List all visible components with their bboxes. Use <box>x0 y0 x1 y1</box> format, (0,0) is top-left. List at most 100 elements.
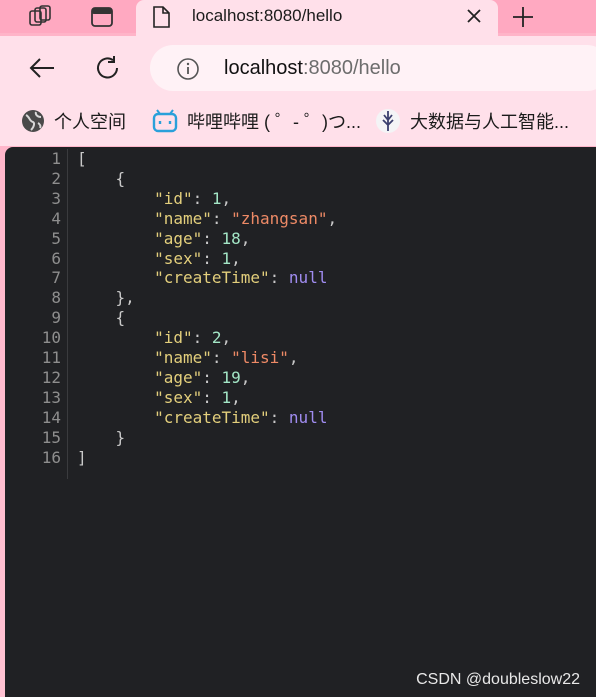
code-token: , <box>221 188 232 208</box>
code-line: }, <box>77 288 135 308</box>
bookmark-bilibili[interactable]: 哔哩哔哩 ( ゜- ゜)つ... <box>152 108 361 134</box>
bilibili-icon <box>152 109 178 133</box>
code-token: : <box>202 387 222 407</box>
back-arrow-icon <box>29 58 54 78</box>
code-token: : <box>211 208 232 228</box>
code-line: "id": 2, <box>77 328 231 348</box>
line-number: 5 <box>51 228 61 248</box>
line-number: 1 <box>51 149 61 168</box>
new-tab-button[interactable] <box>506 0 540 33</box>
code-token: : <box>202 367 222 387</box>
back-button[interactable] <box>24 50 60 86</box>
info-icon[interactable] <box>176 57 200 86</box>
globe-icon <box>22 110 44 132</box>
line-number: 13 <box>41 387 61 407</box>
code-token: : <box>202 248 222 268</box>
tab-title: localhost:8080/hello <box>192 6 343 25</box>
code-token: , <box>327 208 338 228</box>
line-number: 12 <box>41 367 61 387</box>
line-number: 7 <box>51 268 61 288</box>
line-number: 10 <box>41 328 61 348</box>
plus-icon <box>513 6 533 27</box>
tab-strip: localhost:8080/hello <box>0 0 596 36</box>
code-line: [ <box>77 149 87 169</box>
code-line: "name": "lisi", <box>77 348 299 368</box>
code-token: "id" <box>154 188 193 208</box>
line-number: 16 <box>41 447 61 467</box>
bookmark-label: 哔哩哔哩 ( ゜- ゜)つ... <box>187 112 361 132</box>
vertical-tabs-button[interactable] <box>82 0 122 33</box>
workspaces-icon <box>29 4 51 26</box>
code-token: "id" <box>154 328 193 348</box>
code-token: { <box>77 308 126 328</box>
code-token: : <box>192 188 212 208</box>
active-tab[interactable]: localhost:8080/hello <box>136 0 498 36</box>
line-number: 14 <box>41 407 61 427</box>
line-number: 9 <box>51 308 61 328</box>
refresh-icon <box>97 56 118 79</box>
code-token: "age" <box>154 367 203 387</box>
page-icon <box>152 6 170 33</box>
url-path: :8080/hello <box>302 57 401 79</box>
code-line: "age": 18, <box>77 229 250 249</box>
code-token: }, <box>77 288 135 308</box>
line-number: 11 <box>41 348 61 367</box>
code-token: : <box>202 228 222 248</box>
bookmarks-bar: 个人空间 哔哩哔哩 ( ゜- ゜)つ... 大数据与人工智能... <box>0 98 596 146</box>
code-token: , <box>288 348 299 367</box>
code-token: "zhangsan" <box>231 208 328 228</box>
line-number: 4 <box>51 208 61 228</box>
code-token: null <box>288 407 328 427</box>
code-token: "lisi" <box>231 348 289 367</box>
code-line: "name": "zhangsan", <box>77 209 337 229</box>
code-line: { <box>77 308 126 328</box>
code-token: , <box>240 367 251 387</box>
close-icon <box>467 9 481 23</box>
close-tab-button[interactable] <box>460 4 488 28</box>
url-text[interactable]: localhost:8080/hello <box>224 57 401 80</box>
url-host: localhost <box>224 57 303 79</box>
line-number: 3 <box>51 188 61 208</box>
code-token: , <box>231 248 241 268</box>
refresh-button[interactable] <box>90 50 126 86</box>
line-number-gutter: 1 2 3 4 5 6 7 8 9 10 11 12 13 14 15 16 <box>5 149 68 479</box>
code-token: : <box>269 407 289 427</box>
json-viewer: 1 2 3 4 5 6 7 8 9 10 11 12 13 14 15 16 [ { "id": 1, "na… <box>5 147 596 697</box>
line-number: 2 <box>51 168 61 188</box>
code-token: } <box>77 427 126 447</box>
workspaces-button[interactable] <box>20 0 60 33</box>
code-token: "name" <box>154 208 212 228</box>
toolbar: localhost:8080/hello <box>0 36 596 98</box>
code-token: "age" <box>154 228 203 248</box>
code-token: 1 <box>221 248 232 268</box>
code-token: "sex" <box>154 248 203 268</box>
code-token: "createTime" <box>154 407 270 427</box>
vertical-tabs-icon <box>91 6 113 27</box>
browser-window: localhost:8080/hello localhost:8080/hell… <box>0 0 596 697</box>
bookmark-personal-space[interactable]: 个人空间 <box>21 108 126 134</box>
code-token: 19 <box>221 367 241 387</box>
code-token: , <box>240 228 251 248</box>
code-token: : <box>269 268 289 288</box>
code-token: , <box>221 328 232 348</box>
code-token: ] <box>77 447 87 467</box>
address-bar[interactable]: localhost:8080/hello <box>150 45 596 91</box>
bookmark-label: 个人空间 <box>54 112 126 132</box>
code-line: "id": 1, <box>77 189 231 209</box>
line-number: 15 <box>41 427 61 447</box>
code-token: [ <box>77 149 87 168</box>
code-line: "createTime": null <box>77 268 327 288</box>
code-line: "createTime": null <box>77 408 327 428</box>
watermark: CSDN @doubleslow22 <box>416 671 580 688</box>
bookmark-bigdata-ai[interactable]: 大数据与人工智能... <box>375 108 569 134</box>
